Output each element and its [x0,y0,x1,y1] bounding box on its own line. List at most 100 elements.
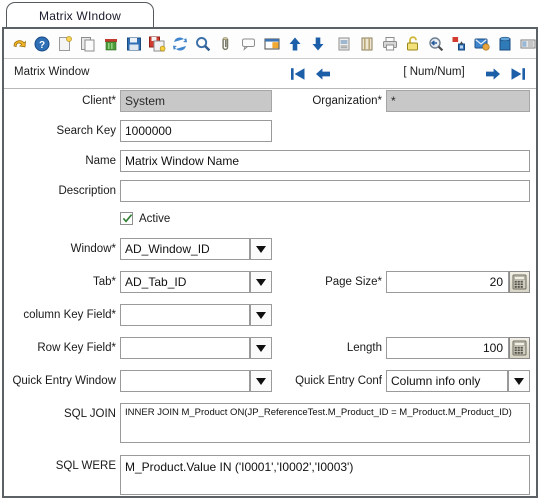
active-label: Active [139,212,171,225]
tab-label: Matrix WIndow [39,8,121,23]
length-label: Length [346,342,382,354]
tab-strip: Matrix WIndow [0,0,540,28]
page-size-input[interactable]: 20 [386,271,509,293]
form-row-sql-were: SQL WERE M_Product.Value IN ('I0001','I0… [4,455,536,497]
attachment-icon[interactable] [214,32,237,56]
quick-entry-conf-value[interactable]: Column info only [386,370,508,392]
tab-combo-button[interactable] [250,271,272,293]
page-size-field[interactable]: 20 [386,271,530,293]
report-icon[interactable] [516,32,539,56]
form-row-column-key: column Key Field* [4,304,536,328]
window-panel: ? Matrix Window [Num/Num] Client* Syste… [2,27,538,498]
page-size-label: Page Size* [325,276,382,288]
column-key-combo[interactable] [120,304,272,326]
delete-record-icon[interactable] [99,32,122,56]
parent-up-icon[interactable] [283,32,306,56]
detail-down-icon[interactable] [306,32,329,56]
row-key-combo[interactable] [120,337,272,359]
chevron-down-icon [514,377,524,385]
tab-label-field: Tab* [92,276,116,288]
client-field: System [120,90,272,112]
quick-entry-window-value[interactable] [120,370,250,392]
chevron-down-icon [256,344,266,352]
window-combo-button[interactable] [250,238,272,260]
name-input[interactable]: Matrix Window Name [120,150,530,172]
nav-next-icon[interactable] [484,65,502,88]
form-row-tab: Tab* AD_Tab_ID Page Size* 20 [4,271,536,295]
active-checkbox[interactable]: Active [120,212,170,225]
organization-field: * [386,90,530,112]
active-workflow-icon[interactable] [447,32,470,56]
find-icon[interactable] [191,32,214,56]
column-key-field-label: column Key Field* [23,309,116,321]
chevron-down-icon [256,278,266,286]
undo-icon[interactable] [7,32,30,56]
active-checkbox-box[interactable] [120,212,133,225]
window-title: Matrix Window [14,66,90,78]
sql-were-label: SQL WERE [55,460,116,472]
search-key-input[interactable]: 1000000 [120,120,272,142]
description-input[interactable] [120,180,530,202]
record-navigation-bar: Matrix Window [ Num/Num] [4,59,536,89]
product-info-icon[interactable] [493,32,516,56]
tab-combo-value[interactable]: AD_Tab_ID [120,271,250,293]
svg-text:?: ? [38,40,44,51]
chevron-down-icon [256,311,266,319]
chat-icon[interactable] [237,32,260,56]
form-row-row-key: Row Key Field* Length 100 [4,337,536,361]
nav-previous-icon[interactable] [314,65,332,88]
nav-last-icon[interactable] [509,65,527,88]
record-counter: [ Num/Num] [403,66,465,78]
copy-record-icon[interactable] [76,32,99,56]
archive-icon[interactable] [355,32,378,56]
grid-toggle-icon[interactable] [260,32,283,56]
calculator-icon[interactable] [509,337,530,359]
refresh-icon[interactable] [168,32,191,56]
row-key-field-label: Row Key Field* [37,342,116,354]
quick-entry-conf-combo[interactable]: Column info only [386,370,530,392]
form-row-sql-join: SQL JOIN INNER JOIN M_Product ON(JP_Refe… [4,403,536,445]
toolbar: ? [4,29,536,59]
save-create-new-icon[interactable] [145,32,168,56]
form-row-description: Description [4,180,536,204]
chevron-down-icon [256,377,266,385]
quick-entry-conf-button[interactable] [508,370,530,392]
new-record-icon[interactable] [53,32,76,56]
nav-first-icon[interactable] [289,65,307,88]
tab-matrix-window[interactable]: Matrix WIndow [6,2,154,28]
sql-join-label: SQL JOIN [64,408,116,420]
quick-entry-window-label: Quick Entry Window [12,375,116,387]
form-row-name: Name Matrix Window Name [4,150,536,174]
save-icon[interactable] [122,32,145,56]
chevron-down-icon [256,245,266,253]
form-row-window: Window* AD_Window_ID [4,238,536,262]
window-combo[interactable]: AD_Window_ID [120,238,272,260]
zoom-across-icon[interactable] [424,32,447,56]
help-icon[interactable]: ? [30,32,53,56]
row-key-combo-value[interactable] [120,337,250,359]
calculator-icon[interactable] [509,271,530,293]
quick-entry-window-button[interactable] [250,370,272,392]
request-icon[interactable] [470,32,493,56]
history-icon[interactable] [332,32,355,56]
print-icon[interactable] [378,32,401,56]
tab-combo[interactable]: AD_Tab_ID [120,271,272,293]
column-key-combo-button[interactable] [250,304,272,326]
name-label: Name [85,155,116,167]
form-row-quick-entry: Quick Entry Window Quick Entry Conf Colu… [4,370,536,394]
length-field[interactable]: 100 [386,337,530,359]
form-row-client: Client* System Organization* * [4,90,536,114]
sql-were-input[interactable]: M_Product.Value IN ('I0001','I0002','I00… [120,455,530,495]
description-label: Description [58,185,116,197]
column-key-combo-value[interactable] [120,304,250,326]
organization-label: Organization* [312,95,382,107]
check-icon [122,214,133,223]
quick-entry-window-combo[interactable] [120,370,272,392]
client-label: Client* [82,95,116,107]
window-combo-value[interactable]: AD_Window_ID [120,238,250,260]
row-key-combo-button[interactable] [250,337,272,359]
lock-icon[interactable] [401,32,424,56]
sql-join-input[interactable]: INNER JOIN M_Product ON(JP_ReferenceTest… [120,403,530,443]
quick-entry-conf-label: Quick Entry Conf [295,375,382,387]
length-input[interactable]: 100 [386,337,509,359]
